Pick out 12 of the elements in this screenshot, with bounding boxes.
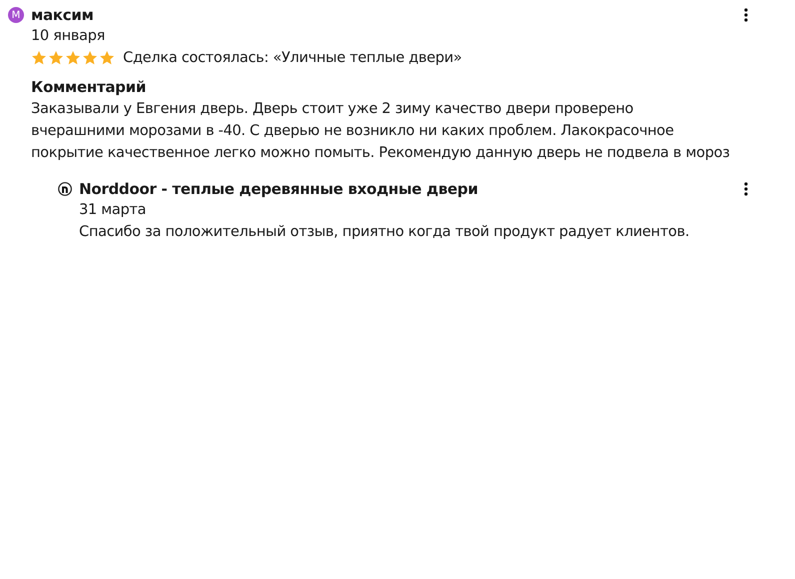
reply-date: 31 марта [79, 201, 148, 220]
author-name: максим [31, 6, 94, 24]
more-options-icon[interactable] [744, 8, 748, 22]
logo-icon [58, 182, 72, 196]
more-options-icon[interactable] [744, 182, 748, 196]
reply-text: Спасибо за положительный отзыв, приятно когда твой продукт радует клиентов. [79, 223, 690, 242]
review-date: 10 января [31, 27, 106, 46]
avatar: М [8, 7, 24, 23]
comment-text: Заказывали у Евгения дверь. Дверь стоит уже 2 зиму качество двери проверено вчерашними морозами в -40. С дверью не возникло ни каких проблем. Лакокрасочное покрытие качественное легко можно помыть. Рекомендую данную дверь не подвела в мороз [31, 100, 731, 163]
deal-label: Сделка состоялась: «Уличные теплые двери» [123, 50, 462, 66]
comment-heading: Комментарий [31, 77, 147, 98]
reply-author: Norddoor - теплые деревянные входные двери [79, 180, 478, 198]
